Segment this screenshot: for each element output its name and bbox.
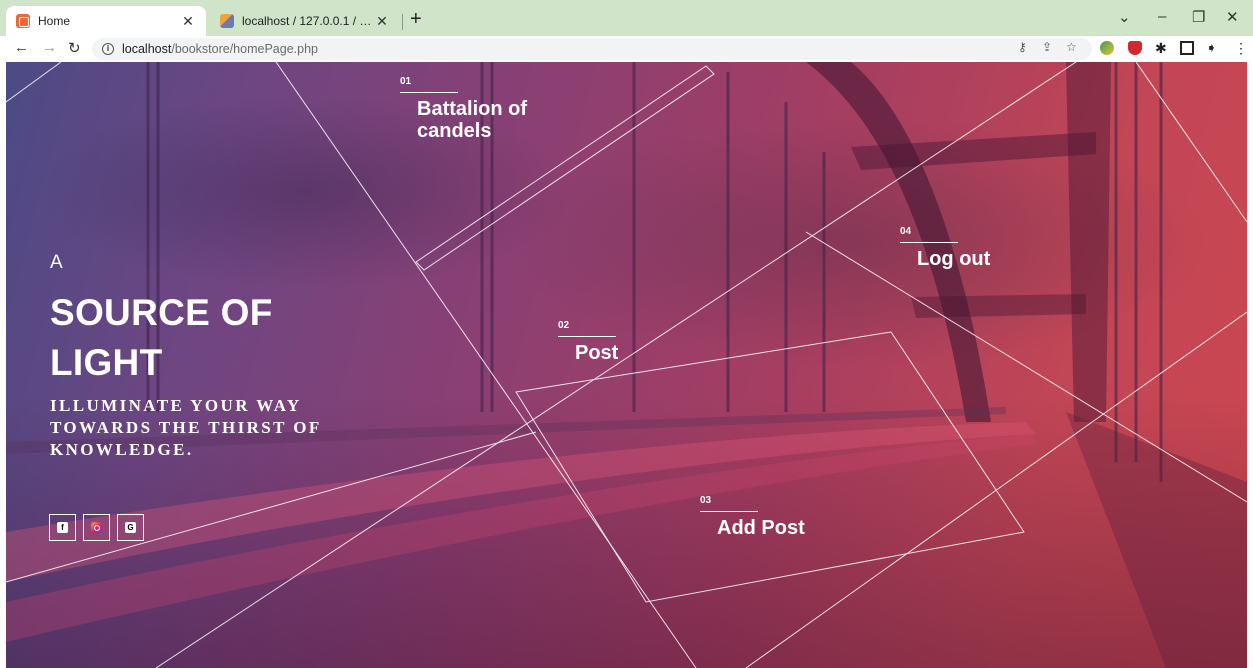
tab-phpmyadmin[interactable]: localhost / 127.0.0.1 / bookstore ✕ xyxy=(210,6,400,36)
share-icon[interactable]: ⇪ xyxy=(1042,40,1052,54)
bookmark-star-icon[interactable]: ☆ xyxy=(1066,40,1077,54)
menu-rule xyxy=(900,242,958,243)
hero-subtitle: ILLUMINATE YOUR WAY TOWARDS THE THIRST O… xyxy=(50,396,322,459)
menu-item-post[interactable]: 02 Post xyxy=(558,320,618,364)
menu-label: Battalion of candels xyxy=(417,98,527,142)
menu-label: Add Post xyxy=(717,517,805,539)
new-tab-plus-icon[interactable]: + xyxy=(410,8,422,31)
tab-close-icon[interactable]: ✕ xyxy=(374,13,390,30)
side-panel-icon[interactable] xyxy=(1180,41,1194,55)
hero-title-line: SOURCE OF xyxy=(50,292,273,333)
extension-globe-icon[interactable] xyxy=(1100,41,1114,55)
minimize-icon[interactable]: – xyxy=(1158,8,1166,25)
menu-label: Post xyxy=(575,342,619,364)
menu-number: 02 xyxy=(558,320,570,331)
menu-label: Log out xyxy=(917,248,991,270)
tab-title: Home xyxy=(38,14,71,28)
tab-home[interactable]: Home ✕ xyxy=(6,6,206,36)
menu-rule xyxy=(400,92,458,93)
menu-item-battalion[interactable]: 01 Battalion of candels xyxy=(400,76,570,142)
google-link[interactable]: G xyxy=(117,514,144,541)
browser-toolbar: ← → ↻ i localhost/bookstore/homePage.php… xyxy=(0,36,1253,62)
tab-close-icon[interactable]: ✕ xyxy=(180,13,196,30)
restore-icon[interactable]: ❐ xyxy=(1192,8,1205,26)
menu-item-log-out[interactable]: 04 Log out xyxy=(900,226,990,270)
url-path: /bookstore/homePage.php xyxy=(171,42,318,56)
address-bar[interactable]: i localhost/bookstore/homePage.php xyxy=(92,38,1092,60)
extensions-puzzle-icon[interactable]: ✱ xyxy=(1155,40,1167,57)
menu-number: 04 xyxy=(900,226,912,237)
instagram-link[interactable] xyxy=(83,514,110,541)
menu-item-add-post[interactable]: 03 Add Post xyxy=(700,495,805,539)
phpmyadmin-favicon-icon xyxy=(220,14,234,28)
browser-tabstrip: Home ✕ localhost / 127.0.0.1 / bookstore… xyxy=(0,0,1253,36)
facebook-link[interactable]: f xyxy=(49,514,76,541)
facebook-icon: f xyxy=(57,522,68,533)
tab-separator xyxy=(402,14,403,30)
back-arrow-icon[interactable]: ← xyxy=(14,39,29,56)
hero-title-line: LIGHT xyxy=(50,342,163,383)
kebab-menu-icon[interactable]: ⋮ xyxy=(1234,40,1248,57)
hero-prefix: A xyxy=(50,252,63,273)
tab-search-chevron-icon[interactable]: ⌄ xyxy=(1118,8,1131,26)
url-host: localhost xyxy=(122,42,172,56)
page-viewport: A SOURCE OF LIGHT ILLUMINATE YOUR WAY TO… xyxy=(6,62,1247,668)
hero-title: SOURCE OF LIGHT xyxy=(50,288,273,388)
cast-icon[interactable]: ➧ xyxy=(1206,40,1217,56)
reload-icon[interactable]: ↻ xyxy=(68,39,81,57)
site-favicon-icon xyxy=(16,14,30,28)
forward-arrow-icon[interactable]: → xyxy=(42,39,57,56)
menu-number: 03 xyxy=(700,495,712,506)
menu-rule xyxy=(700,511,758,512)
tab-title: localhost / 127.0.0.1 / bookstore xyxy=(242,14,374,28)
instagram-icon xyxy=(91,522,102,533)
key-icon[interactable]: ⚷ xyxy=(1018,40,1027,54)
menu-number: 01 xyxy=(400,76,412,87)
site-info-icon[interactable]: i xyxy=(102,43,114,55)
ublock-shield-icon[interactable] xyxy=(1128,41,1142,55)
google-icon: G xyxy=(125,522,136,533)
window-close-icon[interactable]: ✕ xyxy=(1226,8,1239,26)
menu-rule xyxy=(558,336,616,337)
